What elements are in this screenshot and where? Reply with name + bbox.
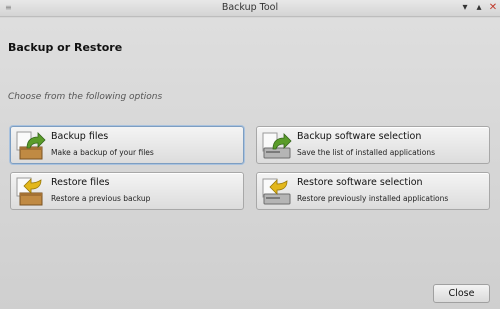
box-arrow-up-green-icon [16, 131, 46, 160]
restore-software-selection-button[interactable]: Restore software selection Restore previ… [256, 172, 490, 210]
minimize-button[interactable]: ▾ [459, 1, 471, 15]
option-label: Backup software selection [297, 131, 422, 142]
window-title: Backup Tool [221, 2, 279, 13]
backup-files-button[interactable]: Backup files Make a backup of your files [10, 126, 244, 164]
title-bar: ≡ Backup Tool ▾ ▴ ✕ [0, 0, 500, 17]
restore-files-button[interactable]: Restore files Restore a previous backup [10, 172, 244, 210]
page-title: Backup or Restore [8, 41, 123, 54]
option-label: Restore software selection [297, 177, 423, 188]
option-description: Make a backup of your files [51, 148, 154, 157]
option-description: Restore a previous backup [51, 194, 151, 203]
box-arrow-down-yellow-icon [16, 177, 43, 206]
option-label: Backup files [51, 131, 109, 142]
backup-software-selection-button[interactable]: Backup software selection Save the list … [256, 126, 490, 164]
close-button[interactable]: Close [433, 284, 490, 303]
option-description: Save the list of installed applications [297, 148, 435, 157]
page-subtitle: Choose from the following options [8, 92, 163, 102]
main-panel: Backup or Restore Choose from the follow… [0, 18, 500, 309]
close-window-button[interactable]: ✕ [487, 1, 499, 15]
option-label: Restore files [51, 177, 110, 188]
drive-arrow-green-icon [262, 132, 292, 159]
maximize-button[interactable]: ▴ [473, 1, 485, 15]
option-description: Restore previously installed application… [297, 194, 449, 203]
drive-arrow-yellow-icon [262, 178, 291, 205]
